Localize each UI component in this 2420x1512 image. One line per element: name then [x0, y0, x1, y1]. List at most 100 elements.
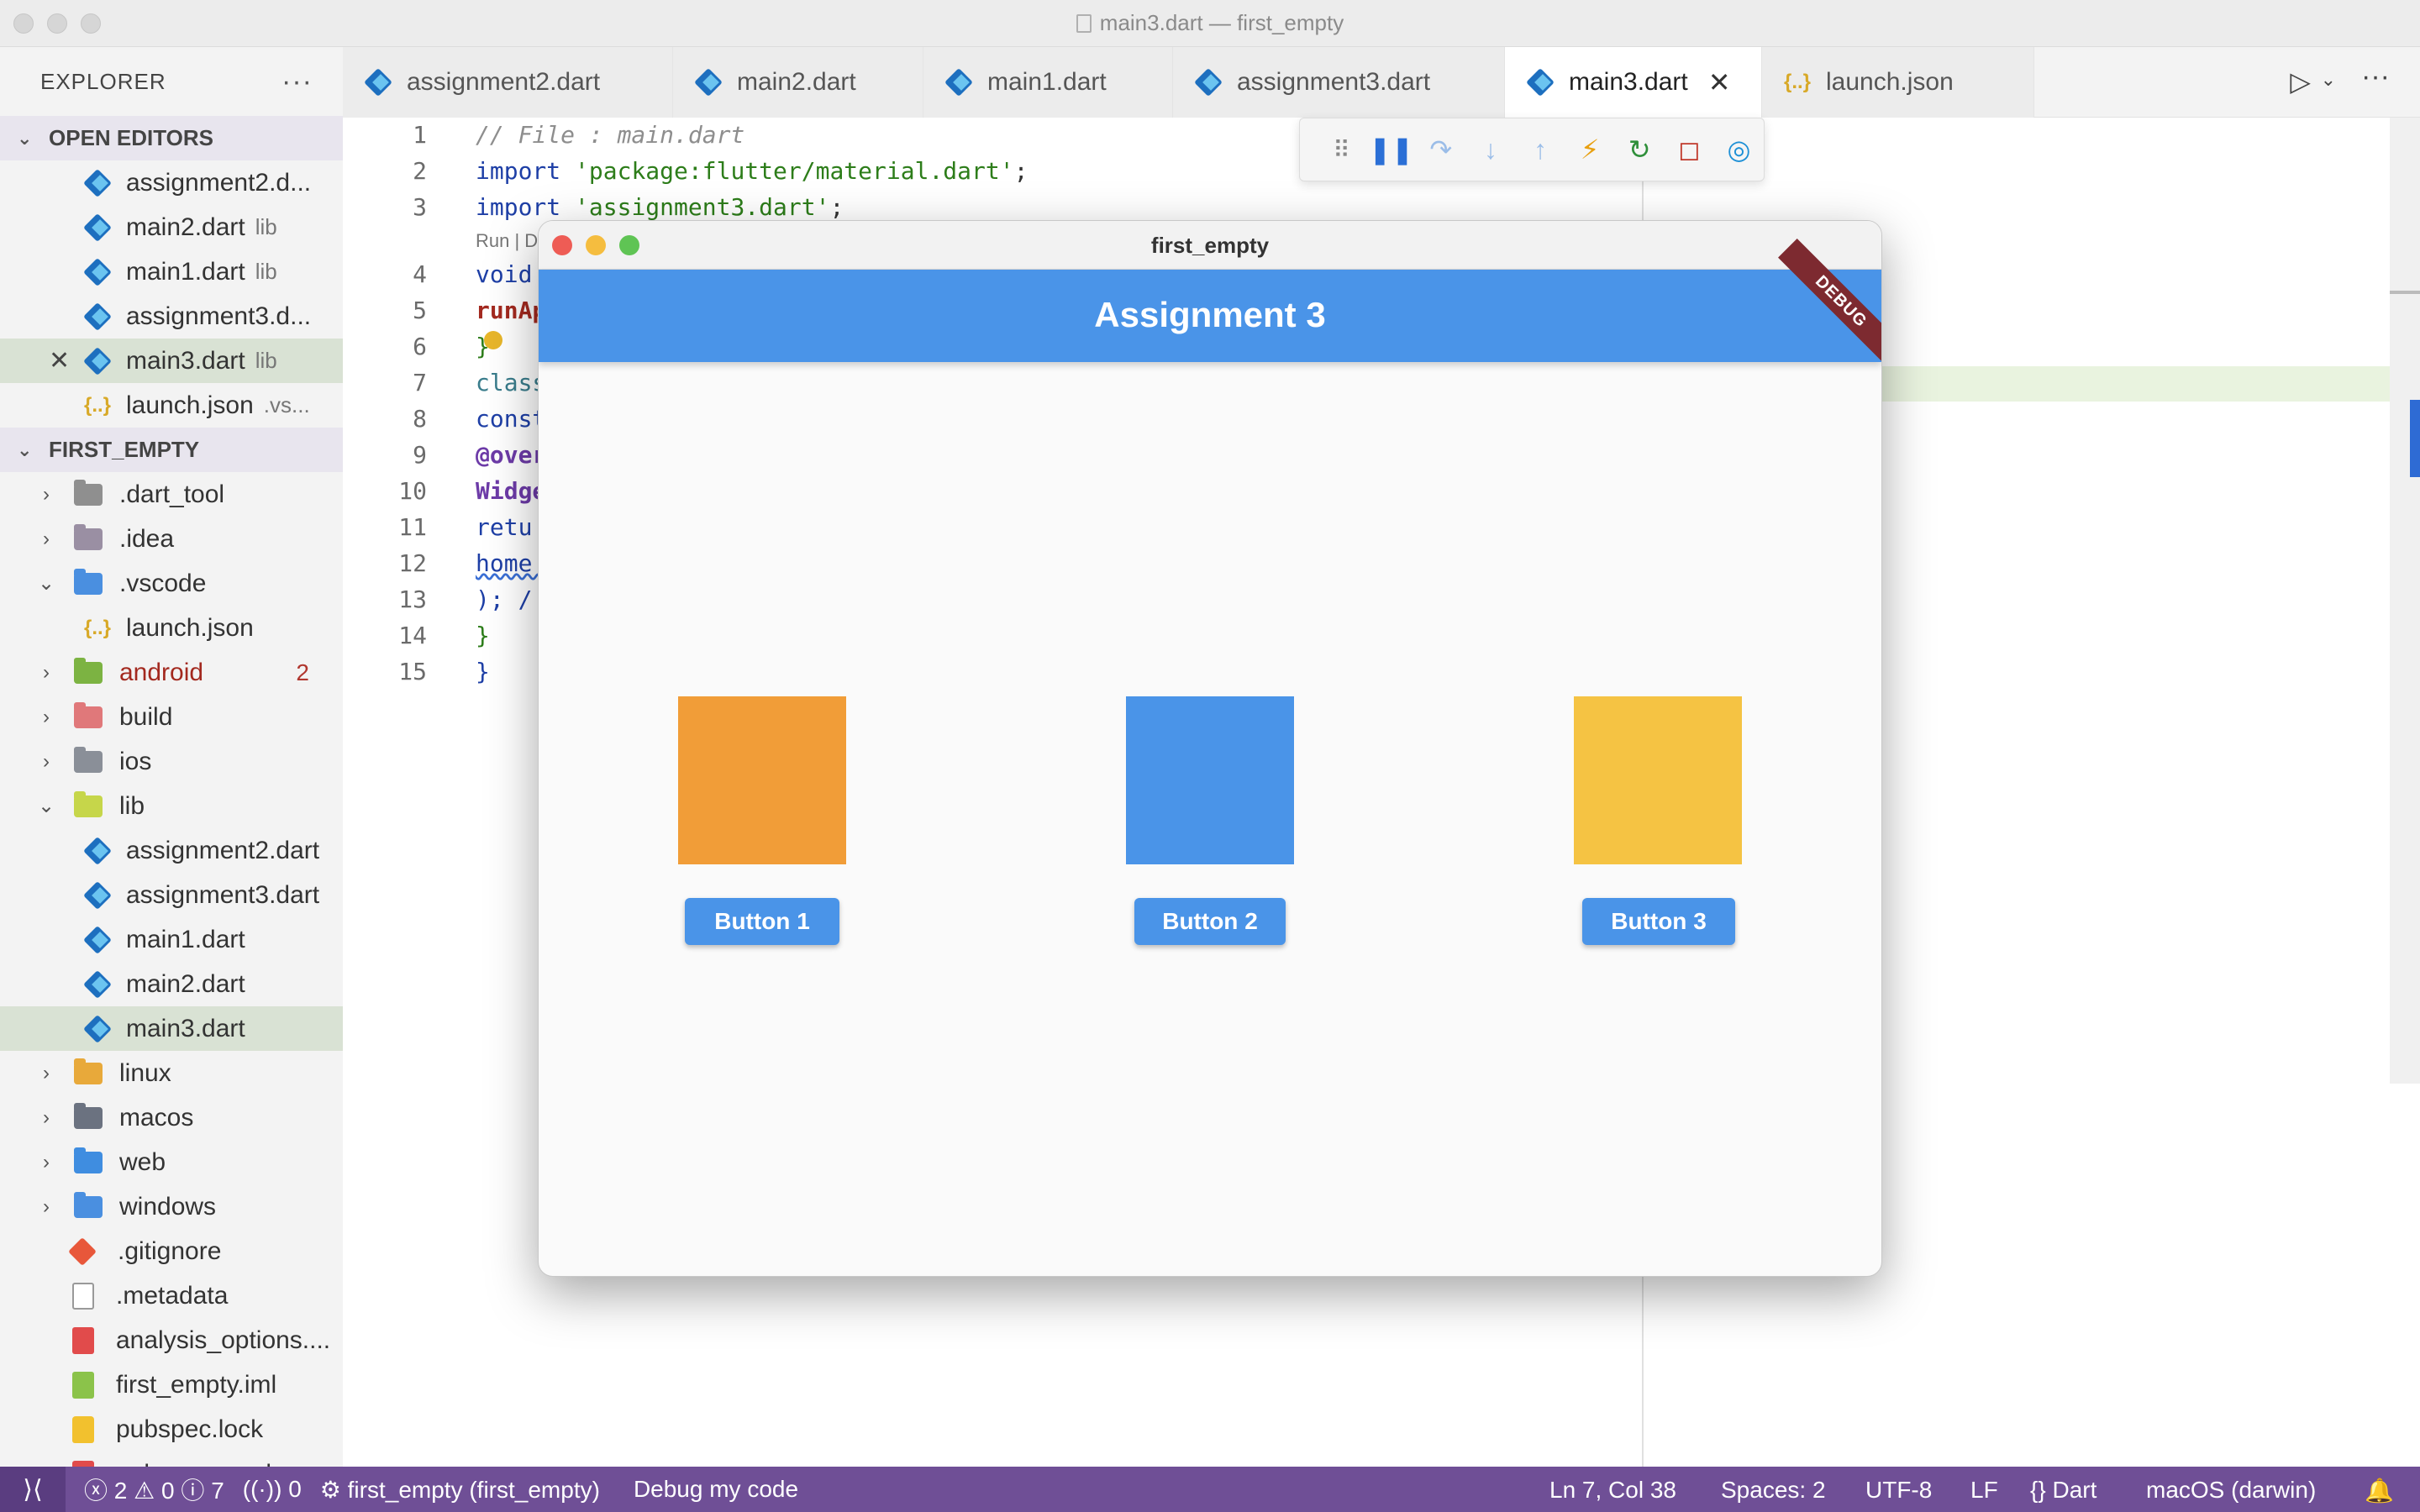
line-number: 6: [413, 333, 427, 360]
tab-main1[interactable]: main1.dart: [923, 47, 1173, 118]
folder-icon: [74, 1191, 103, 1218]
problems-indicator[interactable]: ⓧ 2 ⚠ 0 ⓘ 7: [84, 1473, 224, 1506]
tree-label: assignment2.dart: [126, 836, 320, 864]
open-editor-item[interactable]: main1.dart lib: [0, 249, 343, 294]
tree-folder-ios[interactable]: › ios: [0, 739, 343, 784]
restart-icon[interactable]: ↻: [1615, 134, 1665, 165]
json-file-icon: {..}: [84, 393, 112, 417]
run-icon[interactable]: ▷: [2290, 66, 2311, 97]
tree-label: .vscode: [119, 569, 207, 597]
workspace-section[interactable]: ⌄ FIRST_EMPTY: [0, 428, 343, 472]
more-actions-icon[interactable]: ···: [2361, 60, 2390, 93]
debug-mode[interactable]: Debug my code: [634, 1476, 798, 1503]
button-1[interactable]: Button 1: [685, 898, 839, 945]
lightbulb-icon[interactable]: [484, 331, 502, 349]
tree-file-metadata[interactable]: .metadata: [0, 1273, 343, 1318]
devtools-search-icon[interactable]: ◎: [1714, 134, 1764, 165]
tree-file[interactable]: assignment3.dart: [0, 873, 343, 917]
tree-folder-dart-tool[interactable]: › .dart_tool: [0, 472, 343, 517]
remote-indicator-icon[interactable]: ⟩⟨: [0, 1467, 66, 1512]
app-window-title: first_empty: [1150, 233, 1270, 258]
scroll-thumb[interactable]: [2410, 400, 2420, 477]
open-editor-item[interactable]: assignment2.d...: [0, 160, 343, 205]
tree-folder-linux[interactable]: › linux: [0, 1051, 343, 1095]
open-editors-title: OPEN EDITORS: [49, 125, 214, 150]
dart-file-icon: [84, 838, 111, 864]
tree-file-launch-json[interactable]: {..} launch.json: [0, 606, 343, 650]
open-editor-desc: lib: [255, 348, 277, 373]
stop-icon[interactable]: ◻: [1665, 134, 1714, 165]
device-selector[interactable]: macOS (darwin): [2146, 1477, 2316, 1504]
code-token: import: [476, 157, 561, 185]
tree-file-gitignore[interactable]: .gitignore: [0, 1229, 343, 1273]
drag-handle-icon[interactable]: ⠿: [1317, 136, 1366, 164]
tab-main3[interactable]: main3.dart ✕: [1505, 47, 1762, 118]
tab-launch-json[interactable]: {..} launch.json: [1762, 47, 2034, 118]
button-2[interactable]: Button 2: [1134, 898, 1286, 945]
debug-target[interactable]: ⚙ first_empty (first_empty): [320, 1476, 600, 1504]
tree-file-iml[interactable]: first_empty.iml: [0, 1362, 343, 1407]
codelens-run-debug[interactable]: Run | D: [476, 230, 538, 252]
code-line: ); /: [476, 585, 533, 613]
hot-reload-icon[interactable]: ⚡: [1565, 134, 1615, 165]
open-editor-item[interactable]: assignment3.d...: [0, 294, 343, 339]
tab-assignment2[interactable]: assignment2.dart: [343, 47, 673, 118]
code-line: retu: [476, 513, 533, 541]
window-titlebar: main3.dart — first_empty: [0, 0, 2420, 47]
tree-file[interactable]: main1.dart: [0, 917, 343, 962]
language-mode[interactable]: {} Dart: [2030, 1477, 2096, 1504]
explorer-more-actions-icon[interactable]: ···: [281, 66, 313, 98]
close-icon[interactable]: ✕: [49, 346, 84, 375]
code-line: Widge: [476, 477, 547, 505]
open-editor-label: launch.json: [126, 391, 254, 419]
tab-main2[interactable]: main2.dart: [673, 47, 923, 118]
info-count: 7: [211, 1478, 224, 1504]
tree-label: .metadata: [116, 1281, 229, 1310]
tab-assignment3[interactable]: assignment3.dart: [1173, 47, 1505, 118]
tree-folder-vscode[interactable]: ⌄ .vscode: [0, 561, 343, 606]
open-editor-item[interactable]: main2.dart lib: [0, 205, 343, 249]
pause-icon[interactable]: ❚❚: [1366, 134, 1416, 165]
end-of-line[interactable]: LF: [1970, 1477, 1998, 1504]
tree-file[interactable]: assignment2.dart: [0, 828, 343, 873]
debug-target-label: first_empty (first_empty): [347, 1476, 600, 1503]
tree-folder-lib[interactable]: ⌄ lib: [0, 784, 343, 828]
chevron-right-icon: ›: [43, 482, 50, 506]
code-line: void: [476, 260, 533, 288]
open-editors-section[interactable]: ⌄ OPEN EDITORS: [0, 116, 343, 160]
cursor-position[interactable]: Ln 7, Col 38: [1549, 1477, 1676, 1504]
step-into-icon[interactable]: ↓: [1465, 134, 1515, 165]
chevron-right-icon: ›: [43, 705, 50, 728]
open-editor-item[interactable]: {..} launch.json .vs...: [0, 383, 343, 428]
json-file-icon: {..}: [1784, 71, 1812, 93]
encoding[interactable]: UTF-8: [1865, 1477, 1932, 1504]
chevron-down-icon[interactable]: ⌄: [2321, 69, 2336, 91]
step-over-icon[interactable]: ↷: [1416, 134, 1465, 165]
line-number: 14: [398, 622, 427, 649]
folder-icon: [74, 1102, 103, 1129]
notifications-bell-icon[interactable]: 🔔: [2365, 1477, 2394, 1504]
tree-file-pubspec-yaml[interactable]: pubspec.yaml: [0, 1452, 343, 1467]
app-bar: Assignment 3 DEBUG: [539, 239, 1881, 365]
tree-folder-android[interactable]: › android 2: [0, 650, 343, 695]
tree-folder-idea[interactable]: › .idea: [0, 517, 343, 561]
indentation[interactable]: Spaces: 2: [1721, 1477, 1826, 1504]
tree-folder-build[interactable]: › build: [0, 695, 343, 739]
tree-folder-windows[interactable]: › windows: [0, 1184, 343, 1229]
tree-file-selected[interactable]: main3.dart: [0, 1006, 343, 1051]
step-out-icon[interactable]: ↑: [1515, 134, 1565, 165]
tree-folder-web[interactable]: › web: [0, 1140, 343, 1184]
editor-scrollbar[interactable]: [2390, 118, 2420, 1084]
dart-file-icon: [84, 215, 111, 240]
close-tab-icon[interactable]: ✕: [1708, 66, 1731, 98]
chevron-right-icon: ›: [43, 1061, 50, 1084]
tree-file-analysis-options[interactable]: analysis_options....: [0, 1318, 343, 1362]
tree-label: build: [119, 702, 173, 731]
open-editor-item-active[interactable]: ✕ main3.dart lib: [0, 339, 343, 383]
tree-file-pubspec-lock[interactable]: pubspec.lock: [0, 1407, 343, 1452]
tab-label: assignment3.dart: [1237, 68, 1431, 96]
ports-indicator[interactable]: ((·)) 0: [243, 1476, 302, 1503]
tree-file[interactable]: main2.dart: [0, 962, 343, 1006]
button-3[interactable]: Button 3: [1582, 898, 1735, 945]
tree-folder-macos[interactable]: › macos: [0, 1095, 343, 1140]
